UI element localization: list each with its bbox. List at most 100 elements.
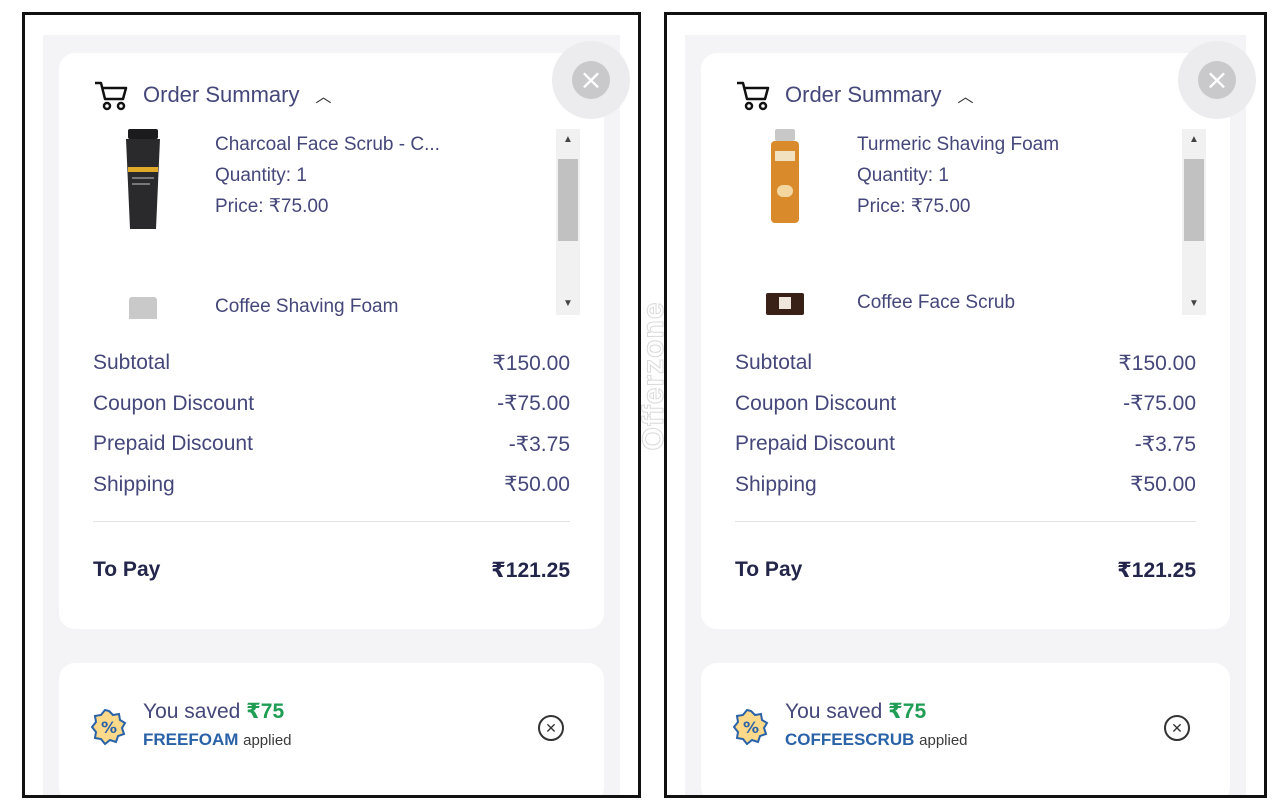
- product-name: Coffee Shaving Foam: [215, 296, 399, 317]
- savings-label: You saved: [785, 700, 883, 723]
- coupon-discount-value: -₹75.00: [497, 392, 570, 416]
- scroll-down-icon[interactable]: ▼: [1182, 293, 1206, 315]
- to-pay-value: ₹121.25: [491, 558, 570, 582]
- subtotal-value: ₹150.00: [492, 351, 570, 375]
- prepaid-discount-value: -₹3.75: [508, 432, 570, 456]
- shipping-row: Shipping ₹50.00: [93, 465, 570, 506]
- price-breakdown: Subtotal ₹150.00 Coupon Discount -₹75.00…: [735, 343, 1196, 591]
- order-summary-title: Order Summary: [785, 82, 942, 107]
- product-quantity: Quantity: 1: [215, 165, 307, 186]
- close-button[interactable]: ×: [552, 41, 630, 119]
- coupon-discount-row: Coupon Discount -₹75.00: [735, 384, 1196, 425]
- coupon-code: FREEFOAM: [143, 730, 239, 749]
- divider: [735, 521, 1196, 522]
- coupon-text: You saved ₹75 COFFEESCRUB applied: [785, 699, 968, 750]
- applied-label: applied: [919, 732, 968, 749]
- order-summary-card: Order Summary ︿ Charcoal Face Scrub - C.…: [59, 53, 604, 629]
- shipping-value: ₹50.00: [1130, 473, 1196, 497]
- chevron-up-icon: ︿: [957, 89, 974, 106]
- coupon-discount-label: Coupon Discount: [93, 391, 255, 415]
- remove-coupon-button[interactable]: ✕: [1164, 715, 1190, 741]
- cart-icon: [737, 81, 770, 111]
- product-info: Charcoal Face Scrub - C... Quantity: 1 P…: [215, 129, 495, 249]
- order-summary-card: Order Summary ︿ Turmeric Shaving Foam Qu…: [701, 53, 1230, 629]
- prepaid-discount-row: Prepaid Discount -₹3.75: [735, 424, 1196, 465]
- product-image: [745, 287, 825, 319]
- applied-coupon-card: % You saved ₹75 COFFEESCRUB applied ✕: [701, 663, 1230, 795]
- scroll-up-icon[interactable]: ▲: [1182, 129, 1206, 151]
- to-pay-label: To Pay: [735, 558, 803, 582]
- remove-coupon-button[interactable]: ✕: [538, 715, 564, 741]
- coupon-code: COFFEESCRUB: [785, 730, 915, 749]
- right-screenshot: Order Summary ︿ Turmeric Shaving Foam Qu…: [664, 12, 1267, 798]
- checkout-panel: Order Summary ︿ Turmeric Shaving Foam Qu…: [685, 35, 1256, 795]
- subtotal-label: Subtotal: [93, 351, 171, 375]
- left-screenshot: Order Summary ︿ Charcoal Face Scrub - C.…: [22, 12, 641, 798]
- price-breakdown: Subtotal ₹150.00 Coupon Discount -₹75.00…: [93, 343, 570, 591]
- close-button[interactable]: ×: [1178, 41, 1256, 119]
- product-name: Charcoal Face Scrub - C...: [215, 134, 440, 155]
- order-summary-toggle[interactable]: Order Summary ︿: [93, 79, 332, 111]
- cart-icon: [95, 81, 128, 111]
- savings-line: You saved ₹75: [143, 699, 292, 724]
- chevron-up-icon: ︿: [315, 89, 332, 106]
- items-scrollbar[interactable]: ▲ ▼: [556, 129, 580, 315]
- scrollbar-thumb[interactable]: [558, 159, 578, 241]
- subtotal-row: Subtotal ₹150.00: [735, 343, 1196, 384]
- prepaid-discount-label: Prepaid Discount: [93, 432, 253, 456]
- svg-text:%: %: [101, 718, 117, 737]
- close-icon: ×: [1198, 61, 1236, 99]
- scrollbar-thumb[interactable]: [1184, 159, 1204, 241]
- list-item: Coffee Shaving Foam: [103, 291, 495, 319]
- order-items-list[interactable]: Charcoal Face Scrub - C... Quantity: 1 P…: [103, 129, 580, 319]
- divider: [93, 521, 570, 522]
- coupon-text: You saved ₹75 FREEFOAM applied: [143, 699, 292, 750]
- to-pay-value: ₹121.25: [1117, 558, 1196, 582]
- checkout-panel: Order Summary ︿ Charcoal Face Scrub - C.…: [43, 35, 630, 795]
- product-image: [103, 291, 183, 319]
- list-item: Turmeric Shaving Foam Quantity: 1 Price:…: [745, 129, 1137, 249]
- product-info: Coffee Shaving Foam: [215, 291, 495, 319]
- scroll-up-icon[interactable]: ▲: [556, 129, 580, 151]
- product-price: Price: ₹75.00: [215, 196, 329, 217]
- savings-line: You saved ₹75: [785, 699, 968, 724]
- savings-label: You saved: [143, 700, 241, 723]
- product-info: Turmeric Shaving Foam Quantity: 1 Price:…: [857, 129, 1137, 249]
- product-image: [745, 129, 825, 249]
- subtotal-row: Subtotal ₹150.00: [93, 343, 570, 384]
- coupon-discount-label: Coupon Discount: [735, 391, 897, 415]
- coupon-discount-value: -₹75.00: [1123, 392, 1196, 416]
- shipping-row: Shipping ₹50.00: [735, 465, 1196, 506]
- order-summary-toggle[interactable]: Order Summary ︿: [735, 79, 974, 111]
- savings-amount: ₹75: [888, 700, 927, 723]
- product-quantity: Quantity: 1: [857, 165, 949, 186]
- scroll-down-icon[interactable]: ▼: [556, 293, 580, 315]
- subtotal-value: ₹150.00: [1118, 351, 1196, 375]
- close-icon: ×: [572, 61, 610, 99]
- order-items-list[interactable]: Turmeric Shaving Foam Quantity: 1 Price:…: [745, 129, 1206, 319]
- prepaid-discount-label: Prepaid Discount: [735, 432, 895, 456]
- subtotal-label: Subtotal: [735, 351, 813, 375]
- applied-coupon-card: % You saved ₹75 FREEFOAM applied ✕: [59, 663, 604, 795]
- svg-text:%: %: [743, 718, 759, 737]
- product-name: Coffee Face Scrub: [857, 292, 1016, 313]
- discount-badge-icon: %: [91, 709, 127, 745]
- watermark: Offerzone: [637, 301, 671, 451]
- coupon-code-line: COFFEESCRUB applied: [785, 730, 968, 750]
- prepaid-discount-value: -₹3.75: [1134, 432, 1196, 456]
- shipping-label: Shipping: [735, 472, 817, 496]
- discount-badge-icon: %: [733, 709, 769, 745]
- items-scrollbar[interactable]: ▲ ▼: [1182, 129, 1206, 315]
- coupon-discount-row: Coupon Discount -₹75.00: [93, 384, 570, 425]
- savings-amount: ₹75: [246, 700, 285, 723]
- shipping-value: ₹50.00: [504, 473, 570, 497]
- prepaid-discount-row: Prepaid Discount -₹3.75: [93, 424, 570, 465]
- list-item: Coffee Face Scrub: [745, 287, 1137, 319]
- product-name: Turmeric Shaving Foam: [857, 134, 1060, 155]
- product-image: [103, 129, 183, 249]
- applied-label: applied: [243, 732, 292, 749]
- product-price: Price: ₹75.00: [857, 196, 971, 217]
- to-pay-label: To Pay: [93, 558, 161, 582]
- product-info: Coffee Face Scrub: [857, 287, 1137, 319]
- coupon-code-line: FREEFOAM applied: [143, 730, 292, 750]
